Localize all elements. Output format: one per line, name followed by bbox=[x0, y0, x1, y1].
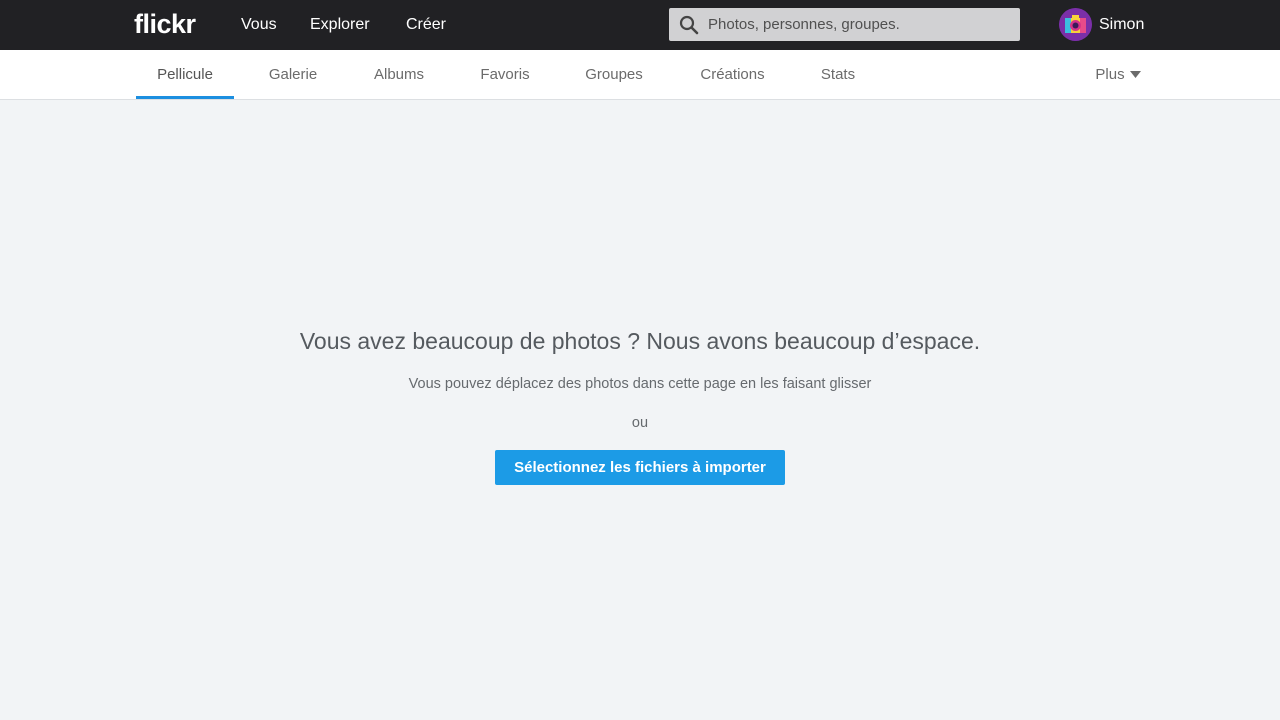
or-separator: ou bbox=[631, 415, 649, 431]
tab-stats[interactable]: Stats bbox=[811, 50, 865, 99]
select-files-button[interactable]: Sélectionnez les fichiers à importer bbox=[495, 450, 785, 485]
profile-subnav: Pellicule Galerie Albums Favoris Groupes… bbox=[0, 50, 1280, 100]
drag-drop-hint: Vous pouvez déplacez des photos dans cet… bbox=[408, 376, 872, 392]
nav-vous[interactable]: Vous bbox=[241, 0, 277, 50]
nav-creer[interactable]: Créer bbox=[406, 0, 446, 50]
camera-avatar-icon bbox=[1059, 8, 1092, 41]
empty-camera-roll: Vous avez beaucoup de photos ? Nous avon… bbox=[0, 100, 1280, 720]
caret-down-icon[interactable] bbox=[1130, 71, 1141, 79]
top-bar: flickr Vous Explorer Créer Simon bbox=[0, 0, 1280, 50]
tab-albums[interactable]: Albums bbox=[363, 50, 435, 99]
tab-groupes[interactable]: Groupes bbox=[574, 50, 654, 99]
search-box bbox=[669, 8, 1020, 41]
flickr-logo[interactable]: flickr bbox=[134, 8, 196, 40]
user-avatar[interactable] bbox=[1059, 8, 1092, 41]
user-name[interactable]: Simon bbox=[1099, 0, 1144, 50]
tab-favoris[interactable]: Favoris bbox=[470, 50, 540, 99]
tab-pellicule[interactable]: Pellicule bbox=[136, 50, 234, 99]
more-menu-label[interactable]: Plus bbox=[1090, 50, 1130, 99]
active-tab-indicator bbox=[136, 96, 234, 99]
search-input[interactable] bbox=[708, 8, 1008, 41]
search-icon[interactable] bbox=[679, 15, 699, 35]
empty-state-headline: Vous avez beaucoup de photos ? Nous avon… bbox=[299, 328, 981, 354]
tab-galerie[interactable]: Galerie bbox=[258, 50, 328, 99]
nav-explorer[interactable]: Explorer bbox=[310, 0, 370, 50]
tab-creations[interactable]: Créations bbox=[689, 50, 776, 99]
